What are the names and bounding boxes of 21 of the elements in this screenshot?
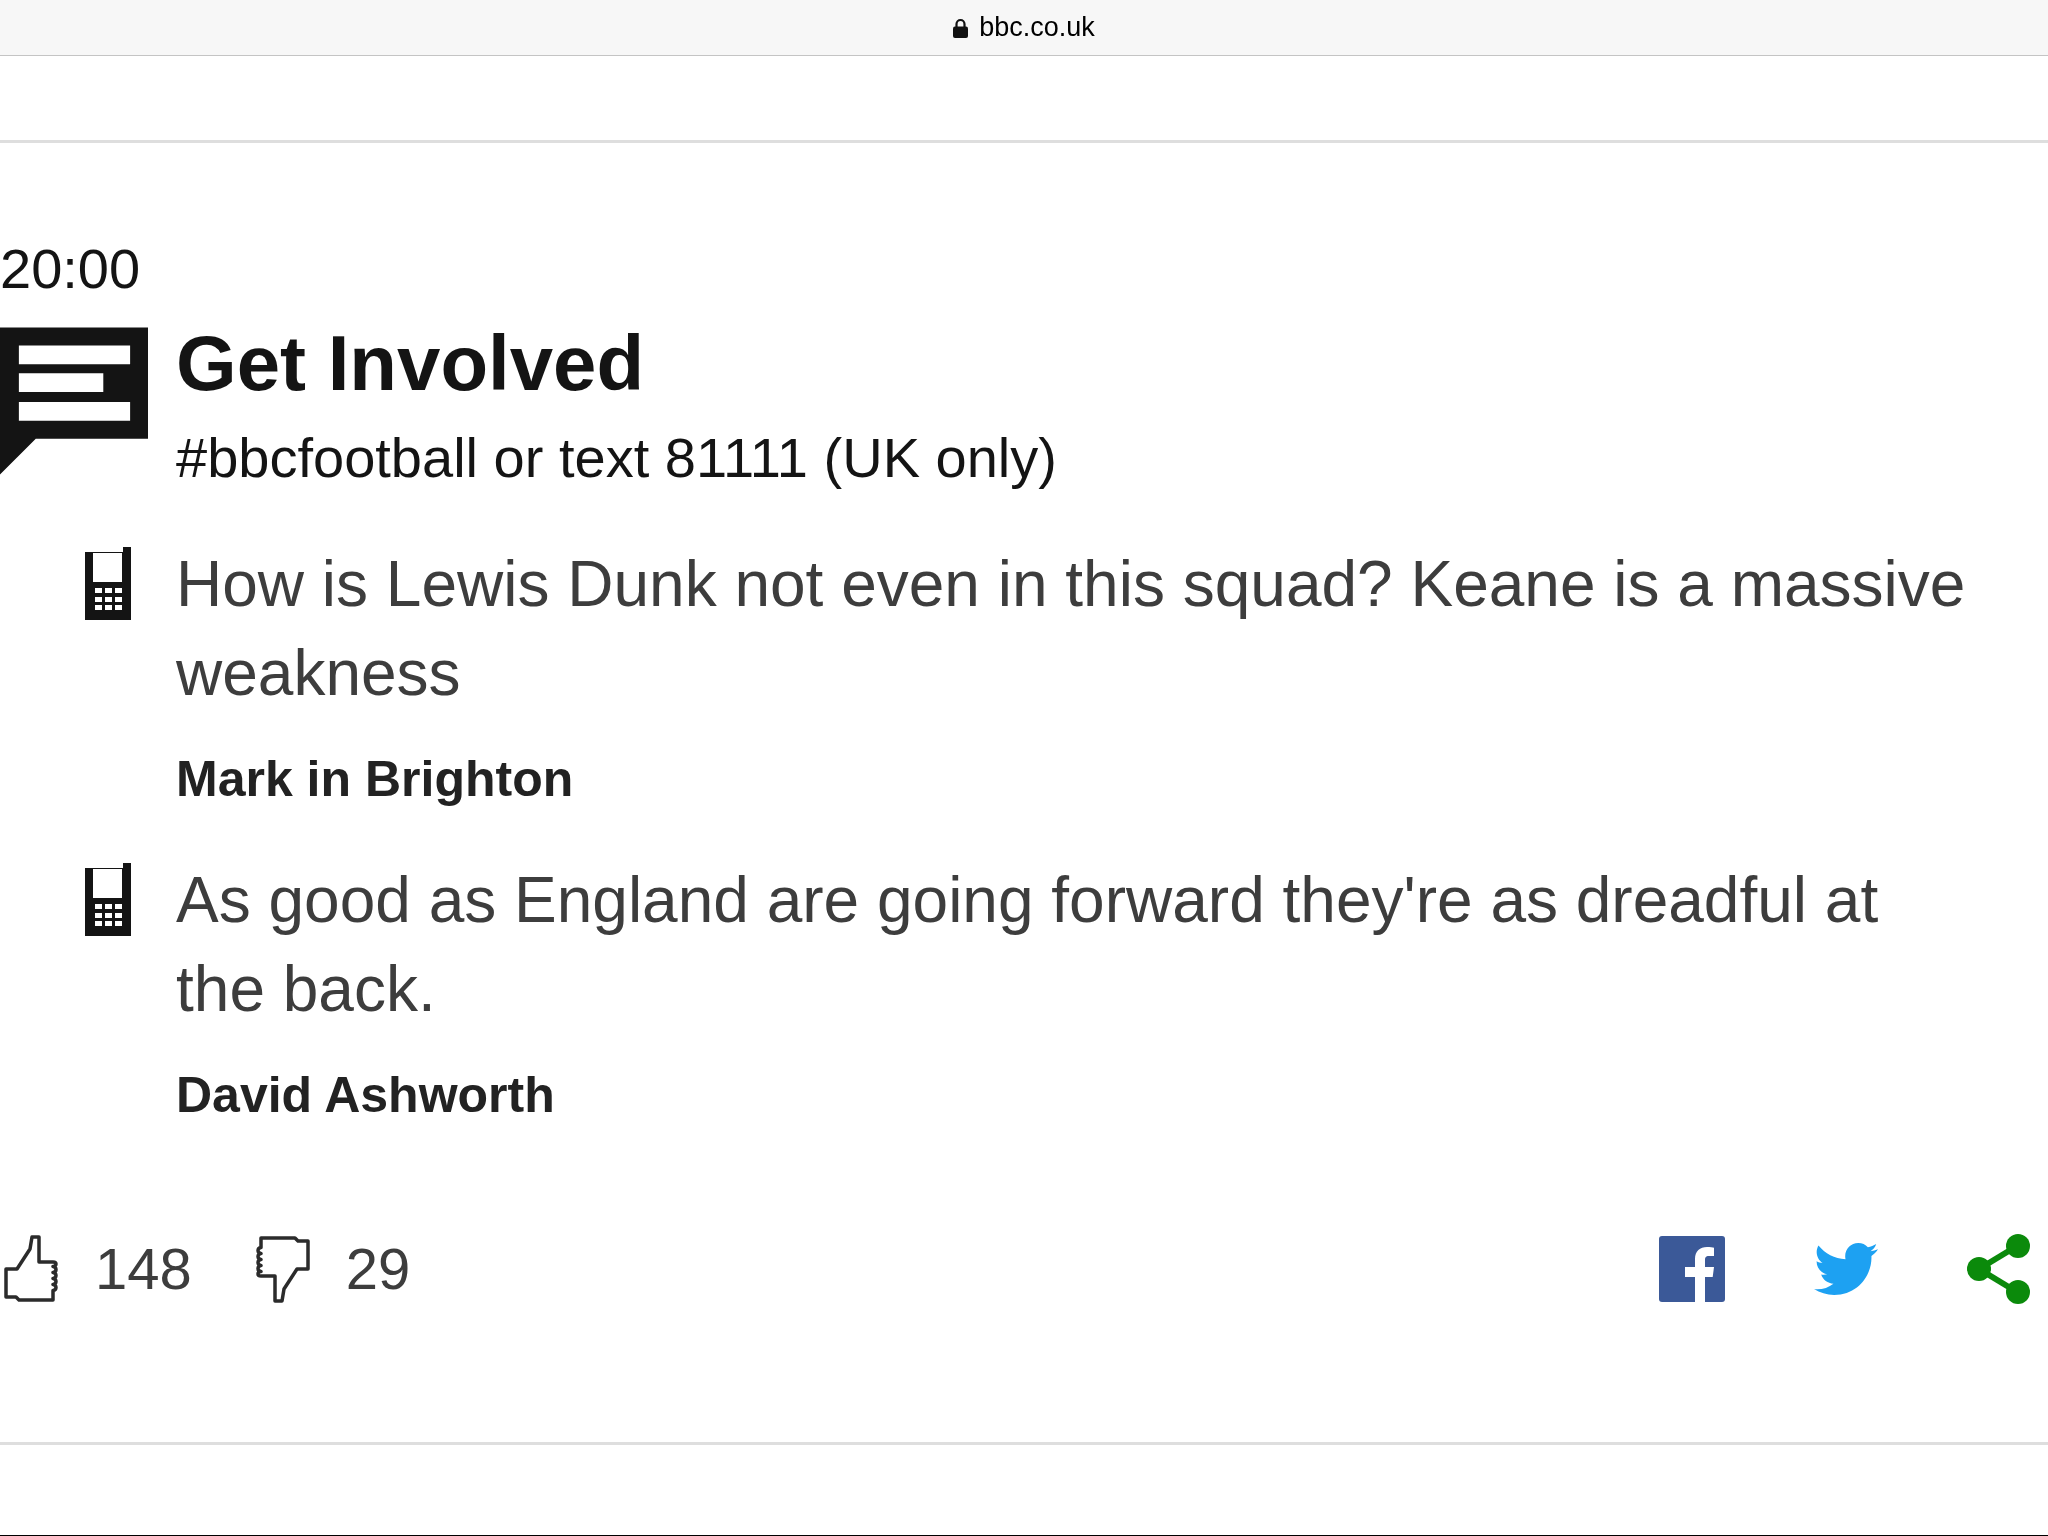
facebook-logo-icon <box>1659 1236 1725 1302</box>
twitter-share-button[interactable] <box>1814 1243 1878 1295</box>
timestamp: 20:00 <box>0 241 142 297</box>
lock-icon <box>953 17 969 38</box>
author-name: David Ashworth <box>176 1070 556 1120</box>
like-button[interactable]: 148 <box>3 1235 192 1303</box>
comment-text: How is Lewis Dunk not even in this squad? Keane is a massive weakness <box>176 547 1967 711</box>
section-heading: Get Involved <box>176 324 646 402</box>
dislike-button[interactable]: 29 <box>254 1235 411 1303</box>
share-button[interactable] <box>1967 1234 2031 1304</box>
share-icon <box>1967 1234 2031 1304</box>
mobile-phone-icon <box>85 547 131 620</box>
comment-text: As good as England are going forward they're as dreadful at the back. <box>176 863 1880 1027</box>
author-name: Mark in Brighton <box>176 754 575 804</box>
mobile-phone-icon <box>85 863 131 936</box>
thumbs-up-icon <box>3 1235 59 1303</box>
thumbs-down-icon <box>254 1235 311 1303</box>
speech-bubble-icon <box>0 327 148 475</box>
url-text[interactable]: bbc.co.uk <box>979 14 1095 41</box>
facebook-share-button[interactable] <box>1659 1236 1725 1302</box>
twitter-bird-icon <box>1814 1243 1878 1295</box>
